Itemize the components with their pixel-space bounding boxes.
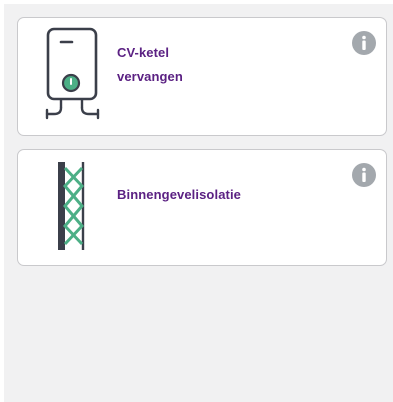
boiler-icon xyxy=(45,27,100,120)
info-icon[interactable] xyxy=(352,31,376,55)
measure-card-cv-ketel[interactable]: CV-ketel vervangen xyxy=(17,17,387,136)
measure-title: Binnengevelisolatie xyxy=(117,187,241,202)
measure-card-binnengevelisolatie[interactable]: Binnengevelisolatie xyxy=(17,149,387,266)
measures-panel: CV-ketel vervangen Binnengevelisolatie xyxy=(4,4,393,402)
wall-insulation-icon xyxy=(58,162,85,250)
info-icon[interactable] xyxy=(352,163,376,187)
measure-title: CV-ketel vervangen xyxy=(117,45,183,84)
